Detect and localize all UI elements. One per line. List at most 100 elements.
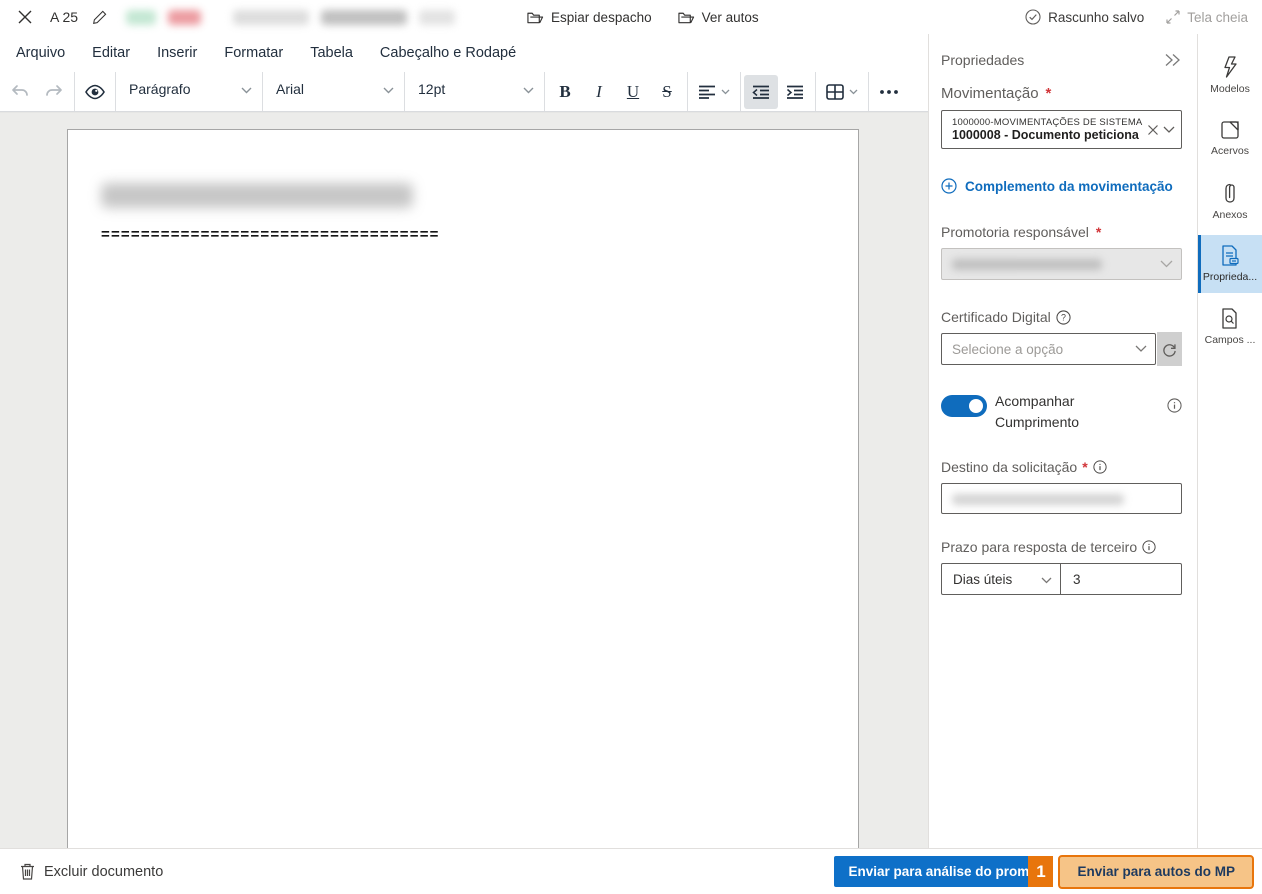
indent-icon <box>786 85 804 99</box>
editor-canvas: ================================== <box>0 112 928 848</box>
movimentacao-combobox[interactable]: 1000000-MOVIMENTAÇÕES DE SISTEMA 1000008… <box>941 110 1182 149</box>
expand-icon <box>1166 10 1180 24</box>
prazo-label: Prazo para resposta de terceiro <box>941 539 1182 555</box>
paragraph-style-select[interactable]: Parágrafo <box>116 72 262 106</box>
chevron-down-icon[interactable] <box>1163 126 1175 134</box>
certificado-label: Certificado Digital ? <box>941 309 1182 325</box>
app-window: A 25 Espiar despacho Ver autos Rascunho … <box>0 0 1262 894</box>
clear-icon[interactable] <box>1147 124 1159 136</box>
indent-button[interactable] <box>778 75 812 109</box>
redacted-text-light <box>419 10 455 25</box>
menu-cabecalho-rodape[interactable]: Cabeçalho e Rodapé <box>380 45 516 61</box>
acompanhar-toggle[interactable] <box>941 395 987 417</box>
document-code: A 25 <box>50 9 78 25</box>
menu-formatar[interactable]: Formatar <box>224 45 283 61</box>
rail-tab-acervos[interactable]: Acervos <box>1198 109 1262 167</box>
menu-tabela[interactable]: Tabela <box>310 45 353 61</box>
ellipsis-icon <box>880 90 898 94</box>
editor-menubar: Arquivo Editar Inserir Formatar Tabela C… <box>0 34 928 72</box>
chevron-down-icon <box>849 89 858 95</box>
align-left-icon <box>698 85 716 99</box>
collection-icon <box>1220 120 1240 140</box>
certificado-select[interactable]: Selecione a opção <box>941 333 1156 365</box>
espiar-despacho-button[interactable]: Espiar despacho <box>527 10 652 25</box>
main-area: Arquivo Editar Inserir Formatar Tabela C… <box>0 34 1262 848</box>
tutorial-step-badge: 1 <box>1028 856 1053 887</box>
refresh-icon <box>1162 342 1177 357</box>
separator-line: ================================== <box>101 226 440 243</box>
fullscreen-button[interactable]: Tela cheia <box>1166 10 1248 25</box>
bold-button[interactable]: B <box>548 75 582 109</box>
excluir-documento-button[interactable]: Excluir documento <box>20 863 163 880</box>
rail-tab-propriedades[interactable]: Proprieda... <box>1198 235 1262 293</box>
redacted-text-bold <box>321 10 407 25</box>
folder-open-icon <box>678 10 695 25</box>
ver-autos-button[interactable]: Ver autos <box>678 10 759 25</box>
movimentacao-value: 1000008 - Documento peticiona <box>952 128 1147 142</box>
top-bar: A 25 Espiar despacho Ver autos Rascunho … <box>0 0 1262 34</box>
underline-button[interactable]: U <box>616 75 650 109</box>
menu-inserir[interactable]: Inserir <box>157 45 197 61</box>
font-size-select[interactable]: 12pt <box>405 72 544 106</box>
collapse-panel-button[interactable] <box>1164 53 1182 67</box>
destino-input[interactable] <box>941 483 1182 514</box>
info-icon[interactable] <box>1167 398 1182 413</box>
menu-arquivo[interactable]: Arquivo <box>16 45 65 61</box>
rail-tab-modelos[interactable]: Modelos <box>1198 46 1262 104</box>
acompanhar-row: Acompanhar Cumprimento <box>941 391 1182 433</box>
font-family-select[interactable]: Arial <box>263 72 404 106</box>
menu-editar[interactable]: Editar <box>92 45 130 61</box>
redacted-heading <box>101 183 413 208</box>
prazo-value-input[interactable]: 3 <box>1061 564 1181 594</box>
folder-open-icon <box>527 10 544 25</box>
enviar-autos-mp-button[interactable]: Enviar para autos do MP <box>1058 855 1254 889</box>
trash-icon <box>20 863 35 880</box>
undo-icon <box>10 83 30 101</box>
refresh-button[interactable] <box>1157 332 1182 366</box>
table-button[interactable] <box>819 75 865 109</box>
preview-button[interactable] <box>78 75 112 109</box>
properties-title: Propriedades <box>941 52 1024 68</box>
document-page[interactable]: ================================== <box>67 129 859 848</box>
more-options-button[interactable] <box>872 75 906 109</box>
draft-saved-status: Rascunho salvo <box>1025 9 1144 25</box>
rail-tab-anexos[interactable]: Anexos <box>1198 172 1262 230</box>
editor-toolbar: Parágrafo Arial 12pt B I U <box>0 72 928 112</box>
redacted-value <box>952 494 1124 505</box>
prazo-field: Dias úteis 3 <box>941 563 1182 595</box>
chevron-down-icon <box>1135 340 1147 358</box>
redo-button[interactable] <box>37 75 71 109</box>
rail-tab-campos[interactable]: Campos ... <box>1198 298 1262 356</box>
strikethrough-button[interactable]: S <box>650 75 684 109</box>
document-search-icon <box>1221 308 1239 329</box>
lightning-icon <box>1221 56 1240 78</box>
close-icon[interactable] <box>14 6 36 28</box>
info-icon[interactable] <box>1142 540 1156 554</box>
redacted-badges <box>126 10 455 25</box>
align-button[interactable] <box>691 75 737 109</box>
properties-document-icon <box>1221 245 1239 266</box>
eye-icon <box>84 83 106 101</box>
italic-button[interactable]: I <box>582 75 616 109</box>
outdent-button[interactable] <box>744 75 778 109</box>
promotoria-select-disabled <box>941 248 1182 280</box>
enviar-analise-promotor-button[interactable]: Enviar para análise do promotor <box>834 856 1032 887</box>
redacted-badge-green <box>126 10 156 25</box>
chevron-down-icon <box>523 81 534 97</box>
plus-circle-icon <box>941 178 957 194</box>
double-chevron-right-icon <box>1164 53 1182 67</box>
complemento-movimentacao-link[interactable]: Complemento da movimentação <box>941 178 1182 194</box>
right-rail: Modelos Acervos Anexos Proprieda... <box>1197 34 1262 848</box>
undo-button[interactable] <box>3 75 37 109</box>
info-icon[interactable] <box>1093 460 1107 474</box>
chevron-down-icon <box>1160 255 1173 273</box>
chevron-down-icon <box>241 81 252 97</box>
prazo-unit-select[interactable]: Dias úteis <box>942 564 1061 594</box>
movimentacao-label: Movimentação* <box>941 85 1182 102</box>
chevron-down-icon <box>721 89 730 95</box>
chevron-down-icon <box>383 81 394 97</box>
help-icon[interactable]: ? <box>1056 310 1071 325</box>
acompanhar-label: Acompanhar Cumprimento <box>995 391 1107 433</box>
edit-pencil-icon[interactable] <box>88 6 110 28</box>
redacted-text <box>233 10 309 25</box>
